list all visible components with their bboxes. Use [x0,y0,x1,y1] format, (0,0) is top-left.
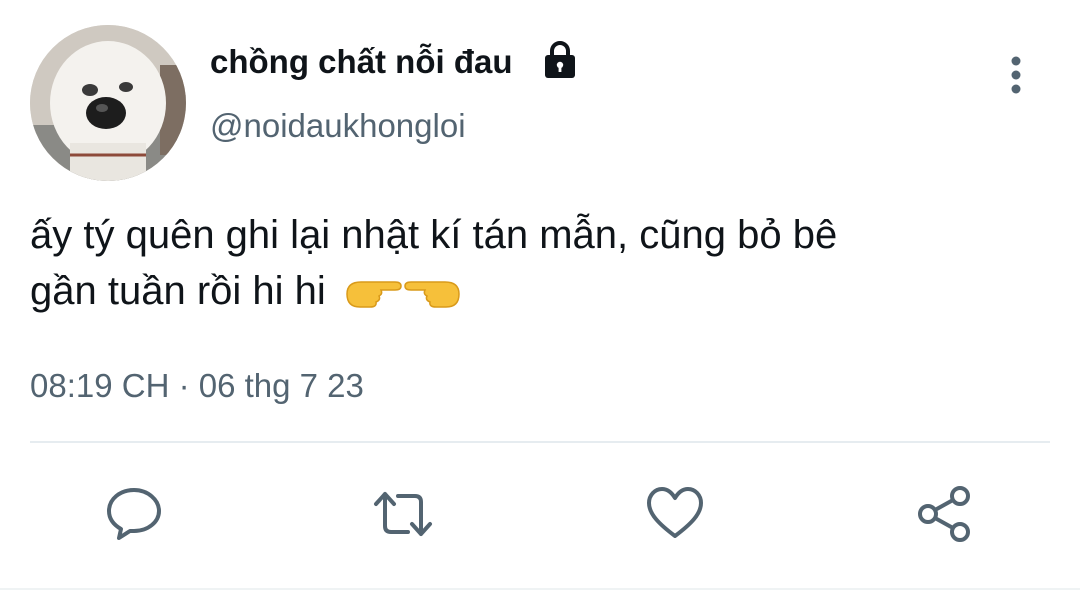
pointing-fingers-emoji [343,269,463,325]
user-handle[interactable]: @noidaukhongloi [210,106,466,146]
share-button[interactable] [915,484,975,544]
divider [30,441,1050,443]
share-icon [918,486,970,542]
vertical-dots-icon[interactable] [1001,55,1031,95]
tweet-text-line2-text: gần tuần rồi hi hi [30,269,326,313]
lock-icon [542,40,578,80]
avatar[interactable] [30,25,186,181]
dog-avatar-image [30,25,186,181]
like-button[interactable] [645,484,705,544]
tweet-text-line2: gần tuần rồi hi hi [30,263,1040,325]
tweet-timestamp[interactable]: 08:19 CH · 06 thg 7 23 [30,366,364,406]
tweet-text: ấy tý quên ghi lại nhật kí tán mẫn, cũng… [30,207,1040,325]
reply-button[interactable] [104,484,164,544]
retweet-icon [374,492,432,536]
retweet-button[interactable] [373,484,433,544]
reply-icon [107,488,161,540]
display-name[interactable]: chồng chất nỗi đau [210,42,513,82]
bottom-divider [0,588,1080,590]
like-icon [647,487,703,538]
tweet-text-line1: ấy tý quên ghi lại nhật kí tán mẫn, cũng… [30,213,838,257]
